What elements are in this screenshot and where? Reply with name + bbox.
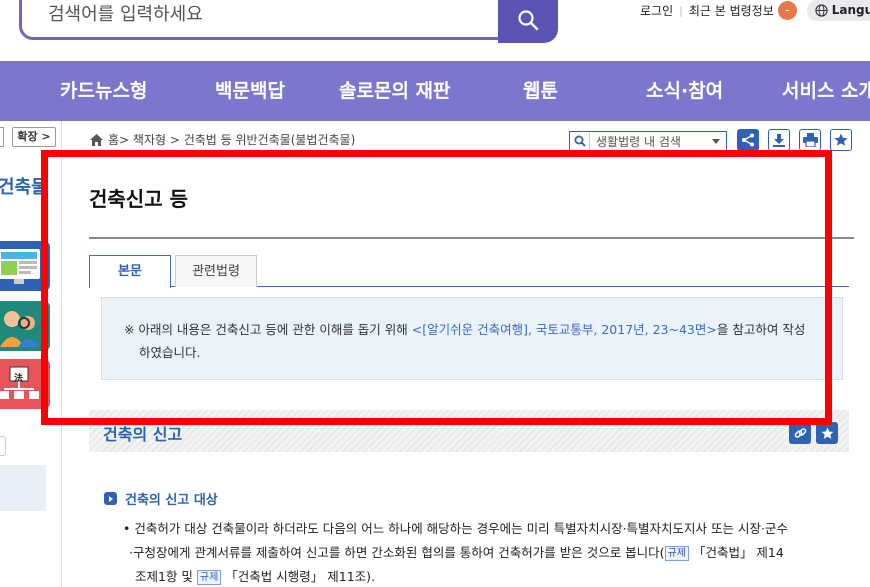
nav-service-intro[interactable]: 서비스 소개	[782, 61, 870, 121]
local-search-label: 생활법령 내 검색	[596, 134, 681, 149]
regulation-tag[interactable]: 규제	[664, 546, 689, 561]
search-icon	[574, 135, 586, 147]
body-paragraph: • 건축허가 대상 건축물이라 하더라도 다음의 어느 하나에 해당하는 경우에…	[123, 517, 848, 587]
law-reference-2[interactable]: 「건축법 시행령」 제11조	[225, 569, 366, 584]
local-search-icon-wrap	[570, 132, 590, 150]
notice-text-line2: 하였습니다.	[139, 345, 201, 360]
law-label: 法	[14, 374, 24, 384]
side-card-news[interactable]	[0, 241, 50, 291]
sidebar-collapse-button[interactable]	[0, 127, 4, 147]
recent-laws-link[interactable]: 최근 본 법령정보	[689, 2, 774, 19]
body-line-2: ·구청장에게 관계서류를 제출하여 신고를 하면 간소화된 협의를 통하여 건축…	[129, 541, 848, 565]
body-text-2a: ·구청장에게 관계서류를 제출하여 신고를 하면 간소화된 협의를 통하여 건축…	[129, 545, 665, 560]
sidebar-highlight	[0, 465, 46, 511]
share-button[interactable]	[737, 129, 759, 151]
news-monitor-icon	[0, 249, 40, 284]
body-text-3a: 조제1항 및	[135, 569, 197, 584]
star-icon	[834, 133, 848, 146]
expand-button[interactable]: 확장 >	[12, 127, 56, 147]
print-icon	[802, 133, 818, 147]
print-button[interactable]	[799, 129, 821, 151]
download-button[interactable]	[768, 129, 790, 151]
login-link[interactable]: 로그인	[640, 2, 673, 19]
sidebar-title: 건축물	[0, 177, 48, 198]
breadcrumb: 홈 > 책자형 > 건축법 등 위반건축물(불법건축물)	[90, 131, 355, 148]
people-icon	[0, 311, 40, 347]
section-link-button[interactable]	[789, 422, 811, 444]
link-icon	[794, 427, 806, 438]
body-text-3b: ).	[366, 569, 376, 584]
body-line-3: 조제1항 및 규제 「건축법 시행령」 제11조).	[135, 565, 848, 587]
global-search-box	[19, 0, 558, 43]
content-tabs: 본문 관련법령	[89, 255, 849, 288]
language-button[interactable]: Langu	[806, 0, 870, 21]
body-line-1: • 건축허가 대상 건축물이라 하더라도 다음의 어느 하나에 해당하는 경우에…	[123, 521, 788, 536]
download-icon	[773, 134, 785, 147]
law-chart-icon	[0, 366, 39, 399]
page-title: 건축신고 등	[89, 187, 188, 211]
tab-main-text[interactable]: 본문	[89, 255, 171, 288]
nav-webtoon[interactable]: 웹툰	[523, 61, 558, 121]
page: 로그인 | 최근 본 법령정보 - Langu 카드뉴스형 백문백답 솔로몬의 …	[0, 0, 870, 587]
law-reference-1[interactable]: 「건축법」 제14	[693, 545, 784, 560]
sidebar-input[interactable]	[0, 436, 6, 456]
bullet-icon	[104, 492, 117, 505]
home-icon	[90, 133, 103, 146]
side-card-law[interactable]: 法	[0, 359, 50, 409]
regulation-tag[interactable]: 규제	[196, 570, 222, 585]
main-nav: 카드뉴스형 백문백답 솔로몬의 재판 웹툰 소식·참여 서비스 소개	[0, 61, 870, 121]
section-header: 건축의 신고	[89, 410, 849, 452]
notice-source: <[알기쉬운 건축여행], 국토교통부, 2017년, 23~43면>	[411, 322, 717, 337]
language-label: Langu	[831, 3, 870, 17]
search-icon	[518, 9, 539, 30]
global-search-button[interactable]	[498, 0, 558, 43]
breadcrumb-path: > 책자형 > 건축법 등 위반건축물(불법건축물)	[119, 133, 356, 147]
subsection-title-text: 건축의 신고 대상	[125, 493, 218, 508]
divider: |	[679, 3, 683, 17]
share-icon	[742, 133, 754, 147]
global-search-input[interactable]	[48, 0, 478, 29]
local-search-select[interactable]: 생활법령 내 검색	[569, 131, 727, 151]
nav-qna[interactable]: 백문백답	[215, 61, 285, 121]
nav-solomon-trial[interactable]: 솔로몬의 재판	[339, 61, 451, 121]
utility-links: 로그인 | 최근 본 법령정보 - Langu	[640, 0, 870, 21]
star-icon	[820, 426, 834, 439]
title-divider	[89, 237, 854, 239]
recent-count-badge: -	[777, 0, 797, 20]
chevron-down-icon	[712, 138, 720, 144]
breadcrumb-home[interactable]: 홈	[108, 131, 119, 148]
nav-news-participation[interactable]: 소식·참여	[646, 61, 723, 121]
notice-text-post: 을 참고하여 작성	[716, 322, 806, 337]
section-bookmark-button[interactable]	[816, 422, 838, 444]
tab-related-laws[interactable]: 관련법령	[175, 255, 257, 287]
section-title: 건축의 신고	[103, 425, 183, 444]
globe-icon	[815, 3, 828, 17]
bookmark-button[interactable]	[830, 129, 852, 151]
notice-text-pre: ※ 아래의 내용은 건축신고 등에 관한 이해를 돕기 위해	[124, 322, 412, 337]
notice-box: ※ 아래의 내용은 건축신고 등에 관한 이해를 돕기 위해 <[알기쉬운 건축…	[101, 297, 843, 380]
subsection-title: 건축의 신고 대상	[104, 489, 218, 508]
nav-card-news[interactable]: 카드뉴스형	[60, 61, 147, 121]
left-sidebar: 확장 > 건축물 法	[0, 121, 62, 587]
side-card-people[interactable]	[0, 301, 50, 351]
